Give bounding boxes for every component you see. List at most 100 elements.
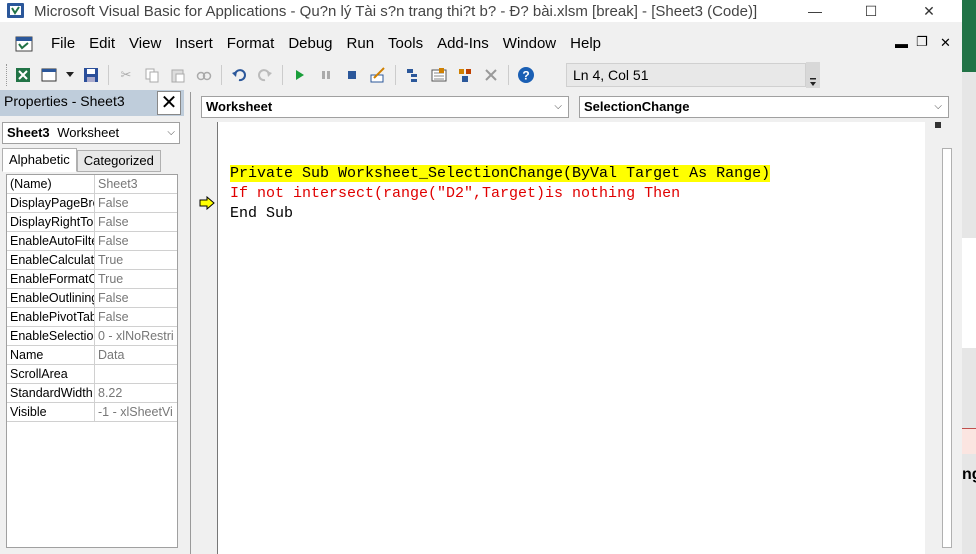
property-value[interactable]: False [95,194,177,212]
insert-userform-icon[interactable] [38,64,60,86]
find-icon[interactable] [193,64,215,86]
help-icon[interactable]: ? [515,64,537,86]
property-value[interactable]: Sheet3 [95,175,177,193]
property-name: Name [7,346,95,364]
property-value[interactable]: False [95,289,177,307]
excel-ribbon-strip [962,0,976,72]
close-icon: ✕ [923,2,935,19]
menu-debug[interactable]: Debug [281,30,339,58]
run-icon[interactable] [289,64,311,86]
excel-sheet-strip [962,238,976,348]
property-value[interactable]: -1 - xlSheetVi [95,403,177,421]
maximize-icon: ☐ [864,2,878,19]
project-explorer-icon[interactable] [402,64,424,86]
property-row[interactable]: Visible -1 - xlSheetVi [7,403,177,422]
object-selector[interactable]: Sheet3 Worksheet ⌵ [2,122,180,144]
menu-tools[interactable]: Tools [381,30,430,58]
procedure-combo-value: SelectionChange [584,99,690,114]
code-line[interactable]: End Sub [230,205,293,222]
property-value[interactable]: Data [95,346,177,364]
menu-add-ins[interactable]: Add-Ins [430,30,496,58]
scrollbar-thumb[interactable] [942,148,952,548]
close-button[interactable]: ✕ [906,0,952,22]
property-value[interactable]: True [95,251,177,269]
code-line-error[interactable]: If not intersect(range("D2",Target)is no… [230,185,680,202]
title-bar: Microsoft Visual Basic for Applications … [0,0,962,22]
property-row[interactable]: EnableOutlining False [7,289,177,308]
property-name: ScrollArea [7,365,95,383]
toolbar-separator [108,65,109,85]
property-row[interactable]: EnablePivotTab False [7,308,177,327]
copy-icon[interactable] [141,64,163,86]
properties-window-icon[interactable] [428,64,450,86]
toolbar-options-button[interactable] [806,62,820,88]
menu-insert[interactable]: Insert [168,30,220,58]
property-value[interactable]: True [95,270,177,288]
minimize-button[interactable]: — [792,0,838,22]
property-row[interactable]: Name Data [7,346,177,365]
property-row[interactable]: DisplayPageBre False [7,194,177,213]
doc-restore-button[interactable]: ❐ [916,34,928,50]
menu-view[interactable]: View [122,30,168,58]
vba-app-icon [6,1,26,21]
break-icon[interactable] [315,64,337,86]
code-editor[interactable]: Private Sub Worksheet_SelectionChange(By… [217,122,925,554]
chevron-down-icon: ⌵ [554,101,562,112]
properties-close-button[interactable]: ✕ [157,91,181,115]
doc-close-button[interactable]: ✕ [940,35,951,51]
property-name: EnableAutoFilte [7,232,95,250]
property-row[interactable]: EnableFormatC True [7,270,177,289]
save-icon[interactable] [80,64,102,86]
toolbar-grip[interactable] [6,64,10,86]
background-partial-text: ng [962,466,976,483]
margin-indicator-bar[interactable] [191,122,217,554]
tab-alphabetic[interactable]: Alphabetic [2,148,77,172]
property-value[interactable]: 0 - xlNoRestri [95,327,177,345]
background-excel-window: ng [962,0,976,554]
code-line-current[interactable]: Private Sub Worksheet_SelectionChange(By… [230,165,771,182]
menu-format[interactable]: Format [220,30,282,58]
property-row[interactable]: ScrollArea [7,365,177,384]
tab-categorized[interactable]: Categorized [76,150,161,172]
property-value[interactable]: False [95,308,177,326]
object-browser-icon[interactable] [454,64,476,86]
menu-run[interactable]: Run [340,30,382,58]
cursor-position-status: Ln 4, Col 51 [566,63,806,87]
property-row[interactable]: EnableAutoFilte False [7,232,177,251]
redo-icon[interactable] [254,64,276,86]
toolbar-separator [508,65,509,85]
property-row[interactable]: DisplayRightTo False [7,213,177,232]
toolbar-separator [395,65,396,85]
procedure-combo[interactable]: SelectionChange ⌵ [579,96,949,118]
property-row[interactable]: EnableCalculati True [7,251,177,270]
property-row[interactable]: (Name) Sheet3 [7,175,177,194]
cut-icon[interactable]: ✂ [115,64,137,86]
menu-help[interactable]: Help [563,30,608,58]
menu-file[interactable]: File [44,30,82,58]
properties-grid: (Name) Sheet3 DisplayPageBre False Display… [6,174,178,548]
paste-icon[interactable] [167,64,189,86]
vba-menu-icon[interactable] [14,34,36,54]
doc-minimize-button[interactable]: ▬ [895,36,908,51]
menu-window[interactable]: Window [496,30,563,58]
excel-icon[interactable] [12,64,34,86]
undo-icon[interactable] [228,64,250,86]
property-row[interactable]: StandardWidth 8.22 [7,384,177,403]
menu-edit[interactable]: Edit [82,30,122,58]
object-combo[interactable]: Worksheet ⌵ [201,96,569,118]
object-type: Worksheet [57,125,120,140]
property-name: DisplayRightTo [7,213,95,231]
code-window: Worksheet ⌵ SelectionChange ⌵ Private Su… [190,92,962,554]
vertical-scrollbar[interactable] [941,122,953,554]
property-row[interactable]: EnableSelection 0 - xlNoRestri [7,327,177,346]
property-value[interactable]: False [95,232,177,250]
reset-icon[interactable] [341,64,363,86]
property-value[interactable]: 8.22 [95,384,177,402]
toolbox-icon[interactable] [480,64,502,86]
dropdown-icon[interactable] [64,64,76,86]
chevron-down-icon: ⌵ [934,101,942,112]
property-value[interactable]: False [95,213,177,231]
maximize-button[interactable]: ☐ [848,0,894,22]
design-mode-icon[interactable] [367,64,389,86]
property-value[interactable] [95,365,177,383]
